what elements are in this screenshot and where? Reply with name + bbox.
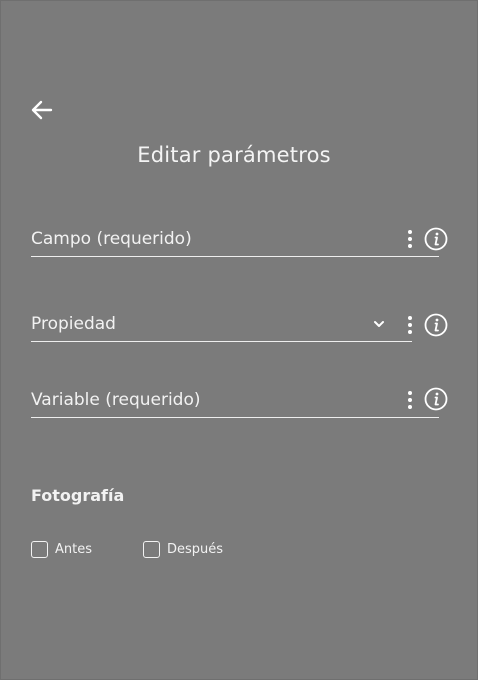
- propiedad-dropdown-toggle[interactable]: [372, 314, 386, 327]
- propiedad-select-label: Propiedad: [31, 314, 116, 334]
- campo-field[interactable]: Campo (requerido): [31, 223, 439, 257]
- back-button[interactable]: [29, 97, 55, 123]
- variable-field[interactable]: Variable (requerido): [31, 384, 439, 418]
- despues-checkbox-label: Después: [167, 541, 224, 557]
- propiedad-info-button[interactable]: [424, 313, 448, 337]
- propiedad-select[interactable]: Propiedad: [31, 308, 412, 342]
- campo-field-label: Campo (requerido): [31, 229, 192, 249]
- info-icon: [424, 313, 448, 337]
- antes-checkbox-box[interactable]: [31, 540, 48, 558]
- edit-parameters-dialog: Editar parámetros Campo (requerido) Prop…: [0, 0, 478, 680]
- photo-section-title: Fotografía: [31, 486, 125, 505]
- campo-info-button[interactable]: [424, 227, 448, 251]
- variable-more-button[interactable]: [406, 389, 414, 411]
- more-vertical-icon: [408, 230, 412, 248]
- propiedad-select-underline: [31, 341, 412, 342]
- more-vertical-icon: [408, 316, 412, 334]
- variable-info-button[interactable]: [424, 387, 448, 411]
- info-icon: [424, 227, 448, 251]
- variable-field-label: Variable (requerido): [31, 390, 201, 410]
- campo-field-underline: [31, 256, 439, 257]
- campo-more-button[interactable]: [406, 228, 414, 250]
- chevron-down-icon: [374, 321, 384, 327]
- despues-checkbox-box[interactable]: [143, 540, 160, 558]
- page-title: Editar parámetros: [137, 143, 331, 167]
- despues-checkbox[interactable]: Después: [143, 539, 223, 559]
- more-vertical-icon: [408, 391, 412, 409]
- info-icon: [424, 387, 448, 411]
- variable-field-underline: [31, 417, 439, 418]
- propiedad-more-button[interactable]: [406, 314, 414, 336]
- arrow-left-icon: [31, 100, 53, 120]
- antes-checkbox[interactable]: Antes: [31, 539, 92, 559]
- antes-checkbox-label: Antes: [55, 541, 93, 557]
